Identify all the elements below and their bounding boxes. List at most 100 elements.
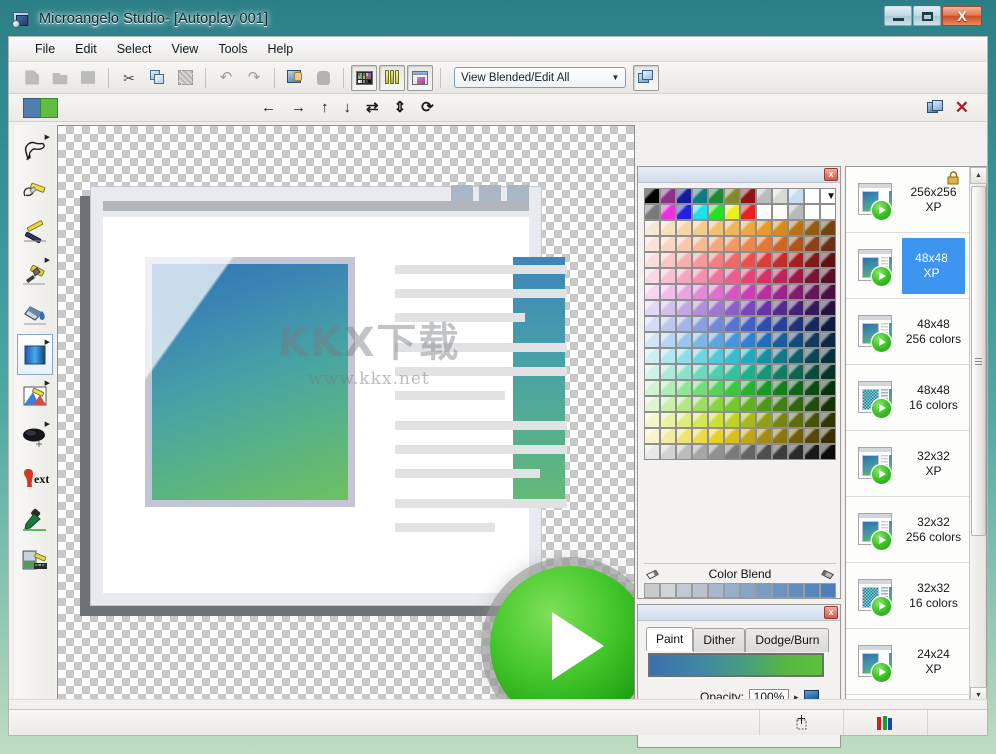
palette-swatch[interactable]: [644, 444, 660, 460]
preview-toggle-button[interactable]: [407, 65, 433, 91]
palette-swatch[interactable]: [692, 428, 708, 444]
palette-swatch[interactable]: [724, 332, 740, 348]
palette-swatch[interactable]: [756, 364, 772, 380]
palette-swatch[interactable]: [724, 316, 740, 332]
layers-button[interactable]: [633, 65, 659, 91]
palette-swatch[interactable]: [804, 380, 820, 396]
palette-swatch[interactable]: [660, 332, 676, 348]
paste-button[interactable]: [172, 65, 198, 91]
palette-swatch[interactable]: [820, 412, 836, 428]
palette-swatch[interactable]: [740, 428, 756, 444]
palette-swatch[interactable]: [740, 316, 756, 332]
palette-swatch[interactable]: [724, 396, 740, 412]
palette-swatch[interactable]: [804, 284, 820, 300]
palette-swatch[interactable]: [804, 412, 820, 428]
palette-swatch[interactable]: [660, 300, 676, 316]
blend-swatch[interactable]: [692, 583, 708, 598]
palette-swatch[interactable]: [660, 220, 676, 236]
icon-list-item[interactable]: 32x32XP: [846, 431, 969, 497]
palette-swatch[interactable]: [644, 252, 660, 268]
palette-panel-close-button[interactable]: x: [824, 168, 838, 181]
scroll-up-button[interactable]: ▲: [970, 167, 987, 184]
palette-swatch[interactable]: [788, 412, 804, 428]
save-button[interactable]: [75, 65, 101, 91]
palette-swatch[interactable]: [772, 252, 788, 268]
airbrush-tool[interactable]: ▶: [17, 416, 53, 457]
gradient-tool[interactable]: ▶: [17, 334, 53, 375]
palette-swatch[interactable]: [740, 364, 756, 380]
palette-swatch[interactable]: [660, 284, 676, 300]
palette-swatch[interactable]: [804, 220, 820, 236]
palette-swatch[interactable]: [820, 428, 836, 444]
palette-swatch[interactable]: [660, 316, 676, 332]
bucket-left-icon[interactable]: [644, 567, 661, 582]
brush-tool[interactable]: ▶: [17, 252, 53, 293]
palette-swatch[interactable]: [692, 364, 708, 380]
tab-dither[interactable]: Dither: [693, 628, 745, 652]
palette-swatch[interactable]: [660, 236, 676, 252]
cut-button[interactable]: ✂: [116, 65, 142, 91]
icon-list-item[interactable]: 24x24XP: [846, 629, 969, 695]
palette-toggle-button[interactable]: [351, 65, 377, 91]
blend-swatch[interactable]: [724, 583, 740, 598]
palette-swatch[interactable]: [692, 236, 708, 252]
palette-swatch[interactable]: [756, 300, 772, 316]
palette-swatch[interactable]: [788, 396, 804, 412]
palette-swatch[interactable]: [740, 380, 756, 396]
palette-swatch[interactable]: [756, 220, 772, 236]
palette-swatch[interactable]: [756, 204, 772, 220]
palette-swatch[interactable]: [644, 348, 660, 364]
menu-edit[interactable]: Edit: [65, 39, 107, 59]
palette-swatch[interactable]: [772, 268, 788, 284]
palette-swatch[interactable]: [740, 284, 756, 300]
palette-swatch[interactable]: [724, 220, 740, 236]
palette-swatch[interactable]: [676, 252, 692, 268]
palette-swatch[interactable]: [788, 236, 804, 252]
palette-swatch[interactable]: [788, 284, 804, 300]
palette-swatch[interactable]: [644, 268, 660, 284]
palette-swatch[interactable]: [660, 364, 676, 380]
palette-swatch[interactable]: [740, 396, 756, 412]
palette-swatch[interactable]: [692, 204, 708, 220]
copy-button[interactable]: [144, 65, 170, 91]
icon-list-scrollbar[interactable]: ▲ ▼: [969, 167, 986, 704]
palette-swatch[interactable]: [820, 268, 836, 284]
palette-swatch[interactable]: [708, 332, 724, 348]
foreground-color-swatch[interactable]: [23, 98, 41, 118]
canvas-area[interactable]: KKX下载 www.kkx.net: [57, 125, 635, 705]
palette-swatch[interactable]: [788, 444, 804, 460]
palette-swatch[interactable]: [676, 300, 692, 316]
palette-swatch[interactable]: [724, 348, 740, 364]
flip-vertical-button[interactable]: ⇕: [392, 98, 409, 117]
palette-swatch[interactable]: [676, 412, 692, 428]
close-button[interactable]: X: [942, 6, 982, 26]
foreground-background-swatch[interactable]: [23, 98, 59, 118]
palette-swatch[interactable]: [692, 316, 708, 332]
palette-swatch[interactable]: [660, 428, 676, 444]
scrollbar-thumb[interactable]: [971, 186, 986, 536]
palette-swatch[interactable]: [692, 220, 708, 236]
palette-swatch[interactable]: [644, 188, 660, 204]
palette-swatch[interactable]: [820, 204, 836, 220]
line-tool[interactable]: [17, 211, 53, 252]
palette-swatch[interactable]: [676, 236, 692, 252]
palette-swatch[interactable]: [676, 332, 692, 348]
palette-swatch[interactable]: [820, 284, 836, 300]
palette-swatch[interactable]: [676, 444, 692, 460]
nudge-down-button[interactable]: ↓: [342, 98, 354, 117]
view-mode-select[interactable]: View Blended/Edit All ▼: [454, 67, 626, 88]
palette-swatch[interactable]: [660, 348, 676, 364]
palette-swatch[interactable]: [708, 380, 724, 396]
palette-swatch[interactable]: [644, 220, 660, 236]
blend-swatch[interactable]: [772, 583, 788, 598]
palette-swatch[interactable]: [708, 412, 724, 428]
palette-swatch[interactable]: [692, 396, 708, 412]
palette-swatch[interactable]: [724, 428, 740, 444]
palette-swatch[interactable]: [804, 236, 820, 252]
palette-swatch[interactable]: [756, 428, 772, 444]
palette-swatch[interactable]: [772, 300, 788, 316]
palette-swatch[interactable]: [820, 332, 836, 348]
palette-swatch[interactable]: [676, 428, 692, 444]
palette-swatch[interactable]: [676, 348, 692, 364]
palette-swatch[interactable]: [740, 236, 756, 252]
